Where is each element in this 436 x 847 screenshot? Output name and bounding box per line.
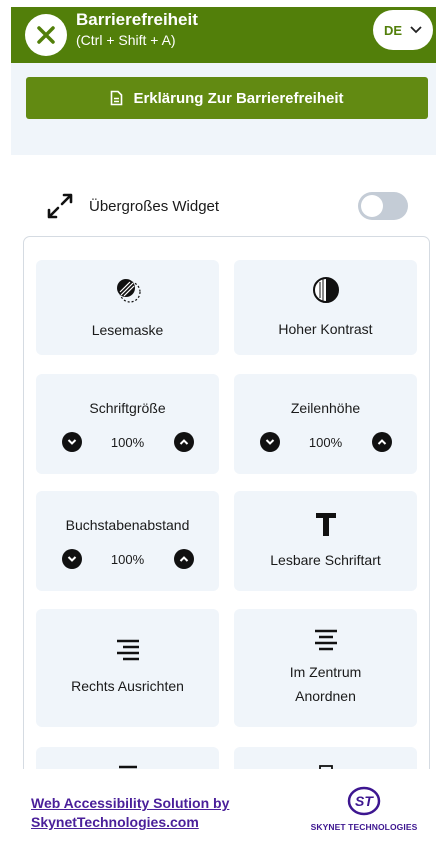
tools-panel: Lesemaske Hoher Kontrast Schriftgröße 10…	[23, 236, 430, 847]
accessibility-statement-button[interactable]: Erklärung Zur Barrierefreiheit	[26, 77, 428, 119]
skynet-logo-mark: ST	[347, 786, 381, 816]
chevron-down-icon	[410, 26, 422, 34]
font-size-stepper: 100%	[61, 432, 194, 452]
skynet-brand-name: SKYNET TECHNOLOGIES	[310, 822, 418, 832]
language-code: DE	[383, 22, 403, 38]
letter-spacing-card: Buchstabenabstand 100%	[36, 491, 219, 591]
line-height-stepper: 100%	[259, 432, 392, 452]
chevron-down-icon	[67, 556, 76, 562]
oversize-widget-label: Übergroßes Widget	[89, 197, 220, 215]
high-contrast-card[interactable]: Hoher Kontrast	[234, 260, 417, 355]
letter-spacing-increase-button[interactable]	[173, 549, 194, 569]
document-icon	[111, 90, 123, 106]
chevron-down-icon	[265, 439, 274, 445]
accessibility-statement-label: Erklärung Zur Barrierefreiheit	[133, 89, 344, 107]
powered-by-line1: Web Accessibility Solution by	[31, 795, 230, 811]
expand-icon	[47, 193, 73, 219]
font-size-value: 100%	[110, 434, 145, 450]
powered-by-link[interactable]: Web Accessibility Solution by SkynetTech…	[31, 794, 229, 832]
language-selector[interactable]: DE	[373, 10, 433, 50]
align-center-icon	[314, 629, 337, 651]
line-height-card: Zeilenhöhe 100%	[234, 374, 417, 474]
powered-by-line2: SkynetTechnologies.com	[31, 814, 199, 830]
letter-spacing-decrease-button[interactable]	[61, 549, 82, 569]
letter-spacing-stepper: 100%	[61, 549, 194, 569]
line-height-decrease-button[interactable]	[259, 432, 280, 452]
align-right-card[interactable]: Rechts Ausrichten	[36, 609, 219, 727]
skynet-logo: ST SKYNET TECHNOLOGIES	[300, 785, 428, 832]
letter-spacing-label: Buchstabenabstand	[65, 517, 190, 533]
widget-footer: Web Accessibility Solution by SkynetTech…	[0, 769, 436, 847]
chevron-up-icon	[377, 439, 386, 445]
chevron-down-icon	[67, 439, 76, 445]
reading-mask-card[interactable]: Lesemaske	[36, 260, 219, 355]
line-height-label: Zeilenhöhe	[290, 400, 361, 416]
chevron-up-icon	[179, 439, 188, 445]
line-height-value: 100%	[308, 434, 343, 450]
reading-mask-label: Lesemaske	[91, 321, 164, 338]
close-icon	[37, 26, 55, 44]
align-center-label: Im Zentrum Anordnen	[289, 664, 362, 704]
explain-area: Erklärung Zur Barrierefreiheit	[11, 63, 436, 155]
chevron-up-icon	[179, 556, 188, 562]
toggle-knob	[361, 195, 383, 217]
shortcut-hint: (Ctrl + Shift + A)	[76, 32, 176, 48]
letter-spacing-value: 100%	[110, 551, 145, 567]
widget-header: Barrierefreiheit (Ctrl + Shift + A) DE	[11, 7, 436, 63]
font-size-card: Schriftgröße 100%	[36, 374, 219, 474]
align-right-icon	[116, 639, 139, 661]
readable-font-label: Lesbare Schriftart	[270, 552, 381, 568]
readable-font-card[interactable]: Lesbare Schriftart	[234, 491, 417, 591]
close-button[interactable]	[25, 14, 67, 56]
align-right-label: Rechts Ausrichten	[71, 678, 184, 694]
skynet-logo-monogram: ST	[355, 793, 374, 809]
contrast-icon	[312, 276, 339, 303]
align-center-card[interactable]: Im Zentrum Anordnen	[234, 609, 417, 727]
high-contrast-label: Hoher Kontrast	[278, 320, 373, 337]
oversize-widget-row: Übergroßes Widget	[45, 188, 410, 224]
reading-mask-icon	[116, 278, 141, 303]
font-size-increase-button[interactable]	[173, 432, 194, 452]
line-height-increase-button[interactable]	[371, 432, 392, 452]
font-size-label: Schriftgröße	[89, 400, 166, 416]
oversize-widget-toggle[interactable]	[358, 192, 408, 220]
font-size-decrease-button[interactable]	[61, 432, 82, 452]
text-font-icon	[315, 513, 336, 536]
widget-title: Barrierefreiheit	[76, 10, 198, 29]
